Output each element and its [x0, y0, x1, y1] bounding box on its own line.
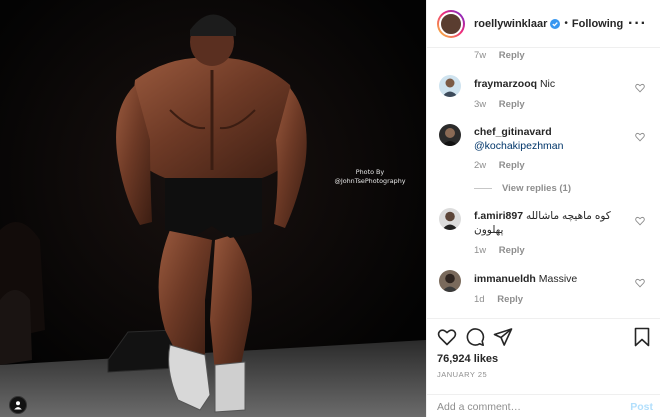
user-tag-icon [14, 401, 22, 410]
comment-time: 2w [474, 160, 487, 171]
photo-credit: Photo By @JohnTsePhotography [327, 168, 413, 186]
comment-text: fraymarzooq Nic [474, 77, 634, 91]
commenter-avatar-image [439, 75, 461, 97]
comment-mention[interactable]: @kochakipezhman [474, 139, 634, 153]
author-avatar[interactable] [437, 9, 465, 38]
comment-username[interactable]: chef_gitinavard [474, 125, 634, 139]
comment-like-icon[interactable] [635, 278, 645, 288]
commenter-avatar[interactable] [439, 270, 461, 292]
comment-username[interactable]: fraymarzooq [474, 78, 537, 90]
bodybuilder-photo [0, 0, 426, 417]
commenter-avatar-image [439, 270, 461, 292]
comment-meta: 3w Reply [474, 99, 525, 110]
author-username[interactable]: roellywinklaar [474, 18, 547, 30]
view-replies-button[interactable]: View replies (1) [474, 183, 571, 194]
more-options-icon[interactable]: ··· [628, 15, 647, 33]
instagram-post: Photo By @JohnTsePhotography roellywinkl… [0, 0, 660, 417]
photo-credit-line1: Photo By [355, 168, 385, 176]
comment-time: 1d [474, 294, 485, 305]
reply-button[interactable]: Reply [499, 160, 525, 171]
user-tag-button[interactable] [9, 396, 27, 414]
commenter-avatar[interactable] [439, 124, 461, 146]
following-button[interactable]: Following [572, 18, 623, 30]
comment-time: 7w [474, 50, 487, 61]
add-comment-bar: Post [427, 394, 660, 418]
comment-username[interactable]: f.amiri897 [474, 210, 523, 222]
comment-body: Nic [539, 78, 556, 90]
comment-text: chef_gitinavard @kochakipezhman [474, 125, 634, 153]
post-actions: 76,924 likes JANUARY 25 Post [427, 318, 660, 417]
comment-text: immanueldh Massive [474, 272, 634, 286]
view-replies-label: View replies (1) [502, 183, 571, 194]
comments-list[interactable]: 7w Reply fraymarzooq Nic 3w Reply chef_g… [427, 48, 660, 318]
photo-credit-line2: @JohnTsePhotography [334, 177, 406, 185]
heart-icon[interactable] [437, 327, 457, 347]
share-icon[interactable] [493, 327, 513, 347]
post-photo[interactable]: Photo By @JohnTsePhotography [0, 0, 426, 417]
reply-button[interactable]: Reply [499, 245, 525, 256]
add-comment-input[interactable] [437, 400, 607, 413]
commenter-avatar-image [439, 208, 461, 230]
comment-meta: 1d Reply [474, 294, 523, 305]
comment-username[interactable]: immanueldh [474, 273, 536, 285]
view-replies-line [474, 188, 492, 189]
comment-like-icon[interactable] [635, 216, 645, 226]
comment-text: f.amiri897 کوه ماهیچه ماشالله پهلوون [474, 209, 634, 237]
comment-meta: 1w Reply [474, 245, 525, 256]
comment-meta: 2w Reply [474, 160, 525, 171]
commenter-avatar[interactable] [439, 208, 461, 230]
author-avatar-image [439, 11, 463, 36]
commenter-avatar-image [439, 124, 461, 146]
previous-comment-meta: 7w Reply [474, 50, 525, 61]
post-comment-button[interactable]: Post [630, 401, 653, 413]
post-date[interactable]: JANUARY 25 [437, 370, 487, 379]
comment-like-icon[interactable] [635, 132, 645, 142]
comment-body: Massive [538, 273, 578, 285]
verified-icon [550, 18, 561, 29]
comment-time: 1w [474, 245, 487, 256]
header-separator: • [564, 18, 568, 29]
comment-time: 3w [474, 99, 487, 110]
like-count[interactable]: 76,924 likes [437, 353, 498, 365]
commenter-avatar[interactable] [439, 75, 461, 97]
post-side-panel: roellywinklaar • Following ··· 7w Reply [426, 0, 660, 417]
comment-like-icon[interactable] [635, 83, 645, 93]
reply-button[interactable]: Reply [499, 99, 525, 110]
reply-button[interactable]: Reply [499, 50, 525, 61]
comment-icon[interactable] [465, 327, 485, 347]
bookmark-icon[interactable] [632, 327, 652, 347]
post-header: roellywinklaar • Following ··· [427, 0, 660, 48]
reply-button[interactable]: Reply [497, 294, 523, 305]
